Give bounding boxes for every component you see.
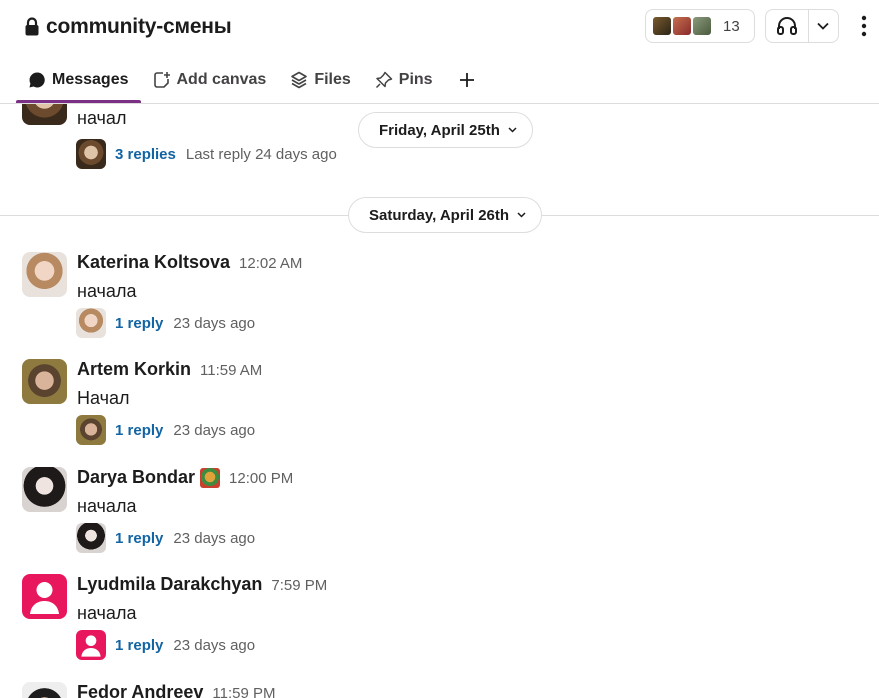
reply-avatar [76,630,106,660]
reply-avatar [76,415,106,445]
last-reply-time: 23 days ago [173,636,256,654]
thread-summary[interactable]: 3 replies Last reply 24 days ago [76,139,337,169]
thread-summary[interactable]: 1 reply 23 days ago [76,630,255,660]
plus-icon [459,73,474,87]
tab-messages[interactable]: Messages [16,60,141,103]
huddle-button[interactable] [766,10,809,42]
replies-link[interactable]: 1 reply [115,422,163,439]
date-label: Friday, April 25th [379,121,500,139]
files-icon [291,71,308,89]
thread-summary[interactable]: 1 reply 23 days ago [76,415,255,445]
kebab-menu-icon [861,15,867,37]
chevron-down-icon [508,127,517,133]
replies-link[interactable]: 1 reply [115,315,163,332]
tab-pins[interactable]: Pins [363,60,445,100]
message-time[interactable]: 11:59 AM [200,362,262,379]
date-label: Saturday, April 26th [369,206,510,224]
channel-header: community-смены 13 Messages Add canvas F… [0,0,879,104]
member-avatar [671,15,693,37]
add-tab-button[interactable] [445,60,495,100]
canvas-add-icon [153,72,170,88]
avatar[interactable] [22,104,67,125]
member-avatar [651,15,673,37]
replies-link[interactable]: 1 reply [115,637,163,654]
channel-title[interactable]: community-смены [24,12,232,42]
avatar[interactable] [22,359,67,404]
date-jump-button[interactable]: Saturday, April 26th [348,197,543,233]
message-header: Lyudmila Darakchyan 7:59 PM [77,574,327,595]
message-time[interactable]: 7:59 PM [271,577,327,594]
message-icon [29,72,45,88]
message-text: начала [77,496,137,516]
tab-label: Pins [398,71,433,88]
message-header: Artem Korkin 11:59 AM [77,359,262,380]
date-jump-button[interactable]: Friday, April 25th [358,112,533,148]
message-time[interactable]: 12:02 AM [239,255,302,272]
avatar[interactable] [22,682,67,698]
reply-avatar [76,139,106,169]
message-time[interactable]: 12:00 PM [229,470,293,487]
huddle-options-button[interactable] [809,10,838,42]
message-feed[interactable]: начал 3 replies Last reply 24 days ago F… [0,104,879,698]
tab-files[interactable]: Files [278,60,362,100]
sender-name[interactable]: Fedor Andreev [77,682,203,698]
message-text: начал [77,108,127,128]
last-reply-time: 23 days ago [173,314,256,332]
default-user-icon [30,582,59,614]
message-text: начала [77,603,137,623]
headphones-icon [776,17,797,35]
avatar[interactable] [22,574,67,619]
channel-tabs: Messages Add canvas Files Pins [16,60,495,104]
huddle-control [765,9,839,43]
member-count: 13 [723,17,740,35]
lock-icon [24,17,40,37]
last-reply-time: Last reply 24 days ago [185,145,337,163]
tab-add-canvas[interactable]: Add canvas [141,60,279,100]
channel-name: community-смены [46,15,232,38]
sender-name[interactable]: Darya Bondar [77,467,195,488]
message-header: Fedor Andreev 11:59 PM [77,682,275,698]
replies-link[interactable]: 3 replies [115,146,176,163]
more-options-button[interactable] [856,14,872,38]
message-header: Darya Bondar 12:00 PM [77,467,293,488]
avatar[interactable] [22,467,67,512]
tab-label: Files [314,71,351,88]
chevron-down-icon [817,22,830,30]
message-header: Katerina Koltsova 12:02 AM [77,252,302,273]
message-text: начала [77,281,137,301]
tab-label: Add canvas [176,71,267,88]
sender-name[interactable]: Katerina Koltsova [77,252,230,273]
avatar[interactable] [22,252,67,297]
thread-summary[interactable]: 1 reply 23 days ago [76,523,255,553]
members-button[interactable]: 13 [645,9,755,43]
last-reply-time: 23 days ago [173,529,256,547]
pin-icon [375,71,393,89]
default-user-icon [81,635,101,657]
message-text: Начал [77,388,130,408]
thread-summary[interactable]: 1 reply 23 days ago [76,308,255,338]
last-reply-time: 23 days ago [173,421,256,439]
reply-avatar [76,308,106,338]
tab-label: Messages [52,71,129,88]
status-emoji-icon[interactable] [200,467,221,488]
sender-name[interactable]: Lyudmila Darakchyan [77,574,262,595]
sender-name[interactable]: Artem Korkin [77,359,191,380]
replies-link[interactable]: 1 reply [115,530,163,547]
member-avatar [691,15,713,37]
message-time[interactable]: 11:59 PM [212,685,275,698]
reply-avatar [76,523,106,553]
chevron-down-icon [517,212,526,218]
